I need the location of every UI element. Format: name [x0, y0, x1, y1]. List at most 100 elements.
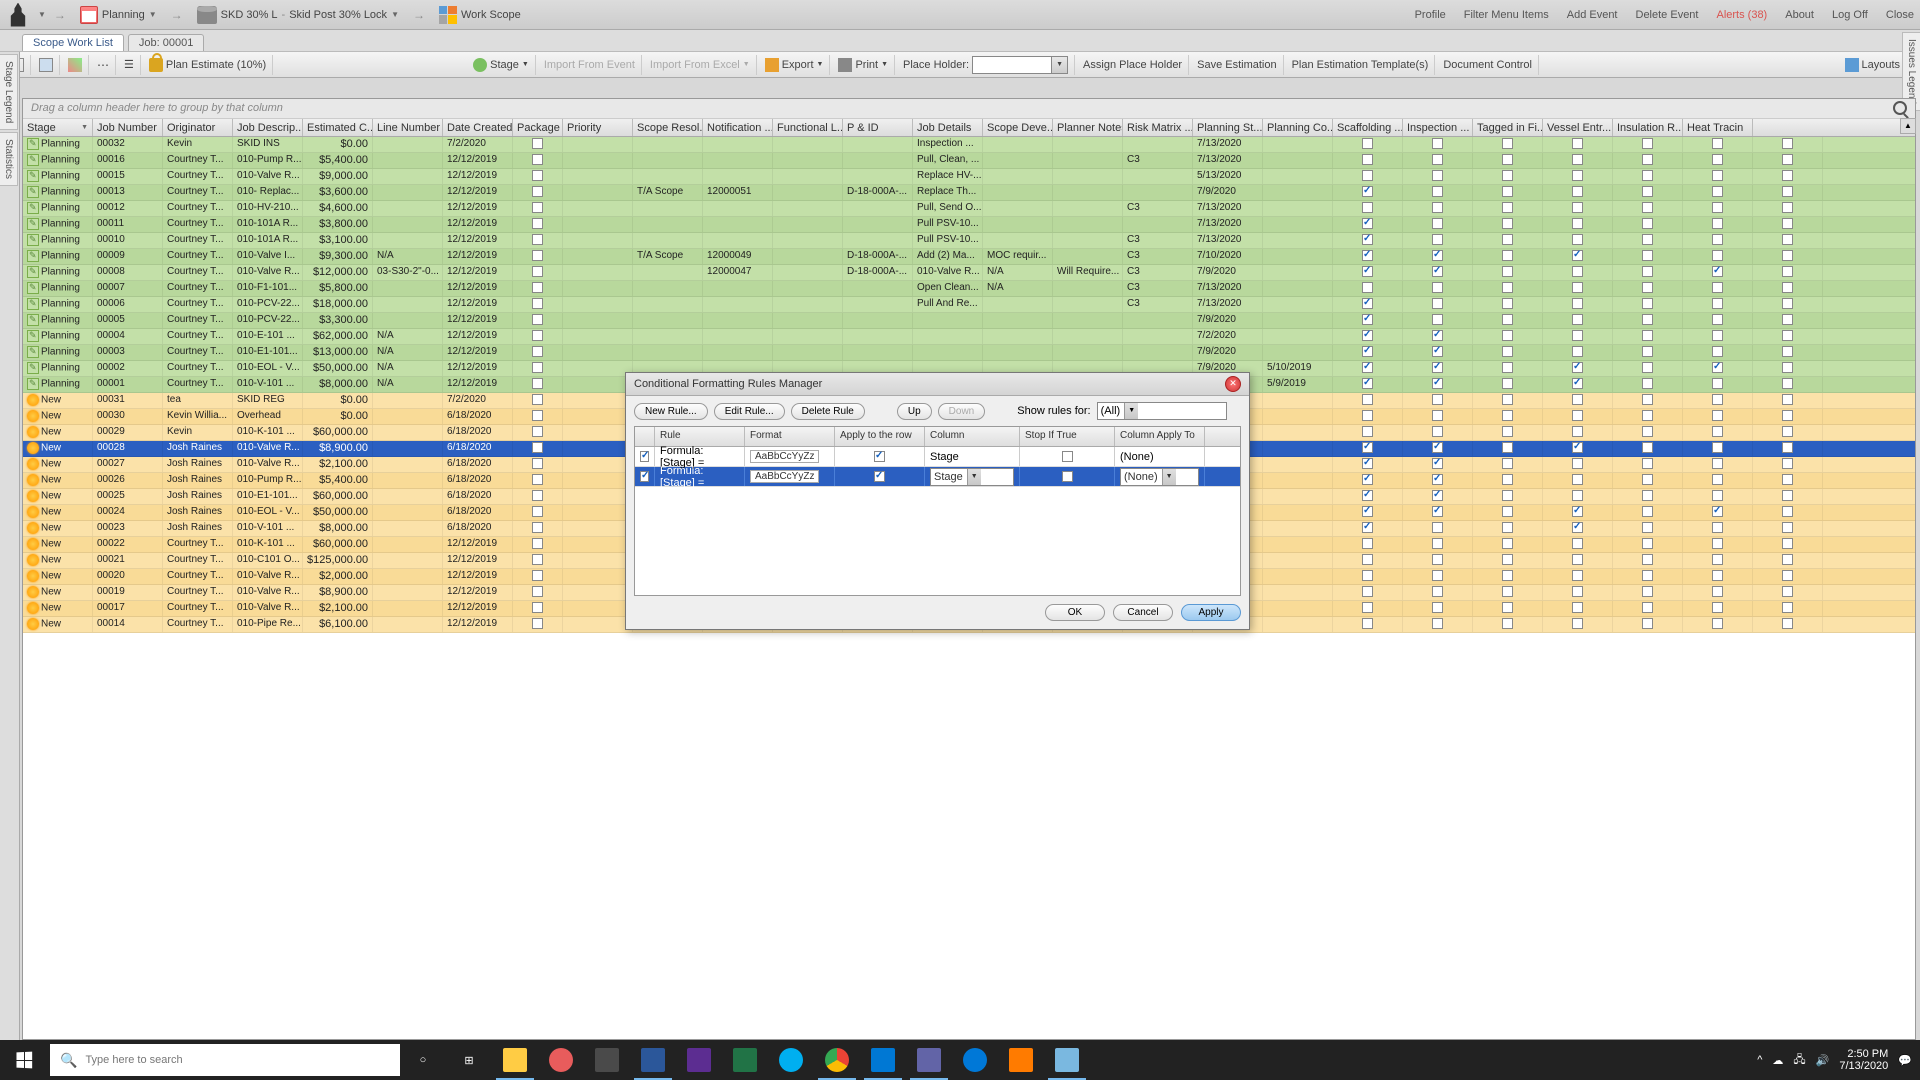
col-header[interactable]: Job Number [93, 119, 163, 136]
col-header[interactable]: Risk Matrix ... [1123, 119, 1193, 136]
rule-enabled-checkbox[interactable] [640, 451, 649, 462]
taskbar-app-chrome[interactable] [814, 1040, 860, 1080]
cancel-button[interactable]: Cancel [1113, 604, 1173, 621]
taskbar-app-skype[interactable] [768, 1040, 814, 1080]
export-button[interactable]: Export▼ [759, 55, 831, 75]
skd-dropdown[interactable]: SKD 30% L - Skid Post 30% Lock ▼ [191, 4, 405, 26]
topbar-link-log-off[interactable]: Log Off [1832, 9, 1868, 21]
apply-row-checkbox[interactable] [874, 471, 885, 482]
col-header[interactable]: Stage▼ [23, 119, 93, 136]
col-header[interactable]: Estimated C... [303, 119, 373, 136]
tab-job[interactable]: Job: 00001 [128, 34, 204, 51]
col-header[interactable]: Scope Deve... [983, 119, 1053, 136]
tray-network-icon[interactable]: 🖧 [1793, 1051, 1805, 1070]
apply-button[interactable]: Apply [1181, 604, 1241, 621]
import-excel-button[interactable]: Import From Excel▼ [644, 55, 757, 75]
table-row[interactable]: Planning00004Courtney T...010-E-101 ...$… [23, 329, 1915, 345]
table-row[interactable]: Planning00011Courtney T...010-101A R...$… [23, 217, 1915, 233]
taskbar-search[interactable]: 🔍 Type here to search [50, 1044, 400, 1076]
doc-control-button[interactable]: Document Control [1437, 55, 1539, 75]
placeholder-input[interactable] [972, 56, 1052, 74]
tb-icon-2[interactable] [33, 55, 60, 75]
stage-dropdown[interactable]: Stage▼ [467, 55, 536, 75]
col-header[interactable]: Originator [163, 119, 233, 136]
rules-col-header[interactable]: Format [745, 427, 835, 446]
col-header[interactable]: Date Created [443, 119, 513, 136]
col-header[interactable]: Priority [563, 119, 633, 136]
column-combo[interactable]: Stage▼ [930, 468, 1014, 486]
table-row[interactable]: Planning00012Courtney T...010-HV-210...$… [23, 201, 1915, 217]
col-header[interactable]: Line Number [373, 119, 443, 136]
dialog-close-button[interactable]: ✕ [1225, 376, 1241, 392]
task-view-button[interactable]: ⊞ [446, 1040, 492, 1080]
tab-scope-work-list[interactable]: Scope Work List [22, 34, 124, 51]
rules-col-header[interactable]: Rule [655, 427, 745, 446]
up-button[interactable]: Up [897, 403, 932, 420]
taskbar-app-3[interactable] [584, 1040, 630, 1080]
rules-col-header[interactable]: Column [925, 427, 1020, 446]
topbar-link-close[interactable]: Close [1886, 9, 1914, 21]
tray-chevron-icon[interactable]: ^ [1757, 1054, 1762, 1066]
taskbar-app-2[interactable] [538, 1040, 584, 1080]
col-header[interactable]: Planning St... [1193, 119, 1263, 136]
table-row[interactable]: Planning00007Courtney T...010-F1-101...$… [23, 281, 1915, 297]
table-row[interactable]: Planning00006Courtney T...010-PCV-22...$… [23, 297, 1915, 313]
taskbar-app-vs[interactable] [676, 1040, 722, 1080]
dialog-titlebar[interactable]: Conditional Formatting Rules Manager ✕ [626, 373, 1249, 396]
topbar-link-profile[interactable]: Profile [1415, 9, 1446, 21]
taskbar-app-word[interactable] [630, 1040, 676, 1080]
tray-cloud-icon[interactable]: ☁ [1772, 1054, 1783, 1067]
vtab-statistics[interactable]: Statistics [0, 132, 18, 186]
plan-template-button[interactable]: Plan Estimation Template(s) [1286, 55, 1436, 75]
col-header[interactable]: Functional L... [773, 119, 843, 136]
col-header[interactable]: Insulation R... [1613, 119, 1683, 136]
col-header[interactable]: Planner Notes [1053, 119, 1123, 136]
stop-if-true-checkbox[interactable] [1062, 471, 1073, 482]
cortana-button[interactable]: ○ [400, 1040, 446, 1080]
print-button[interactable]: Print▼ [832, 55, 895, 75]
assign-placeholder-button[interactable]: Assign Place Holder [1077, 55, 1189, 75]
apply-row-checkbox[interactable] [874, 451, 885, 462]
topbar-link-filter-menu-items[interactable]: Filter Menu Items [1464, 9, 1549, 21]
table-row[interactable]: Planning00003Courtney T...010-E1-101...$… [23, 345, 1915, 361]
table-row[interactable]: Planning00010Courtney T...010-101A R...$… [23, 233, 1915, 249]
save-estimation-button[interactable]: Save Estimation [1191, 55, 1283, 75]
col-header[interactable]: Vessel Entr... [1543, 119, 1613, 136]
placeholder-combo-btn[interactable]: ▼ [1052, 56, 1068, 74]
rules-col-header[interactable]: Column Apply To [1115, 427, 1205, 446]
col-header[interactable]: Job Descrip... [233, 119, 303, 136]
workscope-button[interactable]: Work Scope [433, 4, 527, 26]
topbar-link-about[interactable]: About [1785, 9, 1814, 21]
col-header[interactable]: Job Details [913, 119, 983, 136]
tray-notifications-icon[interactable]: 💬 [1898, 1054, 1912, 1067]
topbar-link-delete-event[interactable]: Delete Event [1636, 9, 1699, 21]
col-header[interactable]: Notification ... [703, 119, 773, 136]
taskbar-app-explorer[interactable] [492, 1040, 538, 1080]
table-row[interactable]: Planning00032KevinSKID INS$0.007/2/2020I… [23, 137, 1915, 153]
person-icon[interactable] [6, 3, 30, 27]
taskbar-app-edge[interactable] [952, 1040, 998, 1080]
new-rule-button[interactable]: New Rule... [634, 403, 708, 420]
rule-row-2[interactable]: Formula: [Stage] = AaBbCcYyZz Stage▼ (No… [635, 467, 1240, 487]
rules-col-header[interactable] [635, 427, 655, 446]
table-row[interactable]: Planning00008Courtney T...010-Valve R...… [23, 265, 1915, 281]
taskbar-app-outlook[interactable] [860, 1040, 906, 1080]
taskbar-app-cube[interactable] [998, 1040, 1044, 1080]
stop-if-true-checkbox[interactable] [1062, 451, 1073, 462]
col-header[interactable]: Planning Co... [1263, 119, 1333, 136]
rule-enabled-checkbox[interactable] [640, 471, 649, 482]
tray-volume-icon[interactable]: 🔊 [1816, 1054, 1830, 1067]
col-header[interactable]: Tagged in Fi... [1473, 119, 1543, 136]
column-apply-combo[interactable]: (None)▼ [1120, 468, 1199, 486]
tray-clock[interactable]: 2:50 PM 7/13/2020 [1839, 1048, 1888, 1072]
start-button[interactable] [0, 1040, 48, 1080]
tb-icon-3[interactable] [62, 55, 89, 75]
topbar-link-alerts-[interactable]: Alerts (38) [1716, 9, 1767, 21]
table-row[interactable]: Planning00009Courtney T...010-Valve I...… [23, 249, 1915, 265]
group-by-bar[interactable]: Drag a column header here to group by th… [23, 99, 1915, 119]
table-row[interactable]: Planning00013Courtney T...010- Replac...… [23, 185, 1915, 201]
table-row[interactable]: Planning00015Courtney T...010-Valve R...… [23, 169, 1915, 185]
system-tray[interactable]: ^ ☁ 🖧 🔊 2:50 PM 7/13/2020 💬 [1757, 1048, 1920, 1072]
plan-estimate-button[interactable]: Plan Estimate (10%) [143, 55, 273, 75]
tb-icon-4[interactable]: ⋯ [91, 55, 116, 75]
